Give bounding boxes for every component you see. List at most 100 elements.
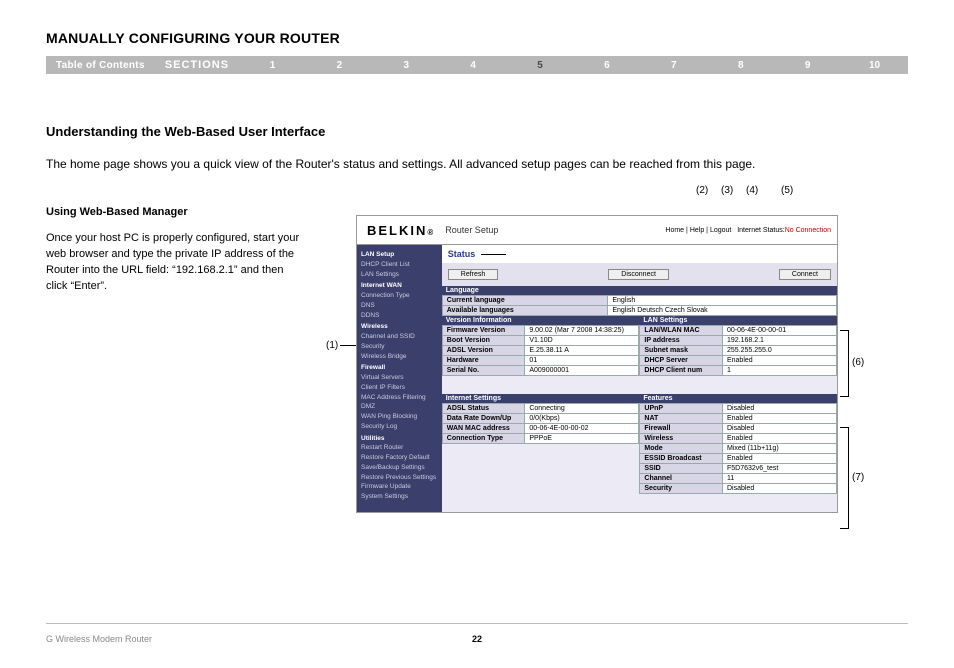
table-cell: DHCP Client num — [640, 366, 723, 376]
side-utilities[interactable]: Utilities — [361, 434, 438, 444]
table-cell: Mixed (11b+11g) — [722, 444, 836, 454]
side-item[interactable]: DMZ — [361, 402, 438, 412]
side-item[interactable]: Security — [361, 342, 438, 352]
callout-3: (3) — [721, 185, 733, 196]
side-item[interactable]: DDNS — [361, 311, 438, 321]
section-numbers: 1 2 3 4 5 6 7 8 9 10 — [239, 60, 908, 71]
table-cell: UPnP — [640, 404, 723, 414]
table-cell: 00-06-4E-00-00-02 — [525, 424, 639, 434]
features-bar: Features — [643, 395, 833, 402]
language-bar: Language — [446, 287, 833, 294]
callout-6: (6) — [852, 357, 864, 368]
side-wireless[interactable]: Wireless — [361, 322, 438, 332]
table-cell: Boot Version — [442, 336, 525, 346]
section-link-7[interactable]: 7 — [640, 60, 707, 71]
side-internet-wan[interactable]: Internet WAN — [361, 281, 438, 291]
side-item[interactable]: WAN Ping Blocking — [361, 412, 438, 422]
table-cell: Security — [640, 484, 723, 494]
section-link-8[interactable]: 8 — [707, 60, 774, 71]
sidebar: LAN Setup DHCP Client List LAN Settings … — [357, 245, 442, 512]
table-cell: 9.00.02 (Mar 7 2008 14:38:25) — [525, 326, 639, 336]
refresh-button[interactable]: Refresh — [448, 269, 499, 280]
side-item[interactable]: Security Log — [361, 422, 438, 432]
section-link-3[interactable]: 3 — [373, 60, 440, 71]
connect-button[interactable]: Connect — [779, 269, 831, 280]
toc-label[interactable]: Table of Contents — [46, 60, 155, 71]
lan-bar: LAN Settings — [643, 317, 833, 324]
side-item[interactable]: Client IP Filters — [361, 383, 438, 393]
section-navbar: Table of Contents SECTIONS 1 2 3 4 5 6 7… — [46, 56, 908, 74]
page-number: 22 — [472, 634, 482, 644]
table-cell: Firmware Version — [442, 326, 525, 336]
disconnect-button[interactable]: Disconnect — [608, 269, 669, 280]
table-cell: English Deutsch Czech Slovak — [608, 306, 837, 316]
table-cell: Firewall — [640, 424, 723, 434]
intro-text: The home page shows you a quick view of … — [46, 157, 908, 171]
table-cell: 255.255.255.0 — [722, 346, 836, 356]
section-link-6[interactable]: 6 — [574, 60, 641, 71]
side-item[interactable]: MAC Address Filtering — [361, 393, 438, 403]
footer-rule — [46, 623, 908, 624]
side-item[interactable]: Restore Previous Settings — [361, 473, 438, 483]
version-table: Firmware Version9.00.02 (Mar 7 2008 14:3… — [442, 325, 640, 376]
side-item[interactable]: DHCP Client List — [361, 260, 438, 270]
side-lan-setup[interactable]: LAN Setup — [361, 250, 438, 260]
features-table: UPnPDisabled NATEnabled FirewallDisabled… — [639, 403, 837, 494]
lan-table: LAN/WLAN MAC00-06-4E-00-00-01 IP address… — [639, 325, 837, 376]
callout-1: (1) — [326, 340, 338, 351]
table-cell: 0/0(Kbps) — [525, 414, 639, 424]
side-item[interactable]: Restore Factory Default — [361, 453, 438, 463]
side-item[interactable]: Channel and SSID — [361, 332, 438, 342]
table-cell: Disabled — [722, 404, 836, 414]
table-cell: Connection Type — [442, 434, 525, 444]
section-link-1[interactable]: 1 — [239, 60, 306, 71]
table-cell: Enabled — [722, 454, 836, 464]
section-link-2[interactable]: 2 — [306, 60, 373, 71]
table-cell: SSID — [640, 464, 723, 474]
section-link-10[interactable]: 10 — [841, 60, 908, 71]
internet-table: ADSL StatusConnecting Data Rate Down/Up0… — [442, 403, 640, 444]
internet-status-value: No Connection — [785, 227, 831, 234]
table-cell: Data Rate Down/Up — [442, 414, 525, 424]
logout-link[interactable]: Logout — [710, 227, 731, 234]
side-item[interactable]: Firmware Update — [361, 482, 438, 492]
section-heading: Understanding the Web-Based User Interfa… — [46, 124, 908, 139]
side-item[interactable]: Wireless Bridge — [361, 352, 438, 362]
router-screenshot: BELKIN® Router Setup Home | Help | Logou… — [356, 215, 838, 513]
section-link-9[interactable]: 9 — [774, 60, 841, 71]
callout-5: (5) — [781, 185, 793, 196]
table-cell: Hardware — [442, 356, 525, 366]
table-cell: Mode — [640, 444, 723, 454]
table-cell: IP address — [640, 336, 723, 346]
side-item[interactable]: DNS — [361, 301, 438, 311]
table-cell: LAN/WLAN MAC — [640, 326, 723, 336]
section-link-4[interactable]: 4 — [440, 60, 507, 71]
table-cell: Enabled — [722, 434, 836, 444]
help-link[interactable]: Help — [690, 227, 704, 234]
internet-bar: Internet Settings — [446, 395, 636, 402]
table-cell: E.25.38.11 A — [525, 346, 639, 356]
table-cell: 01 — [525, 356, 639, 366]
table-cell: 00-06-4E-00-00-01 — [722, 326, 836, 336]
table-cell: Current language — [442, 296, 608, 306]
table-cell: F5D7632v6_test — [722, 464, 836, 474]
table-cell: Subnet mask — [640, 346, 723, 356]
side-item[interactable]: System Settings — [361, 492, 438, 502]
version-bar: Version Information — [446, 317, 636, 324]
side-item[interactable]: Connection Type — [361, 291, 438, 301]
table-cell: Available languages — [442, 306, 608, 316]
table-cell: Serial No. — [442, 366, 525, 376]
table-cell: 192.168.2.1 — [722, 336, 836, 346]
table-cell: NAT — [640, 414, 723, 424]
table-cell: DHCP Server — [640, 356, 723, 366]
table-cell: ESSID Broadcast — [640, 454, 723, 464]
side-item[interactable]: Restart Router — [361, 443, 438, 453]
side-item[interactable]: LAN Settings — [361, 270, 438, 280]
section-link-5[interactable]: 5 — [507, 60, 574, 71]
side-item[interactable]: Virtual Servers — [361, 373, 438, 383]
home-link[interactable]: Home — [665, 227, 684, 234]
side-item[interactable]: Save/Backup Settings — [361, 463, 438, 473]
top-links: Home | Help | Logout Internet Status:No … — [665, 227, 837, 234]
side-firewall[interactable]: Firewall — [361, 363, 438, 373]
table-cell: Enabled — [722, 356, 836, 366]
